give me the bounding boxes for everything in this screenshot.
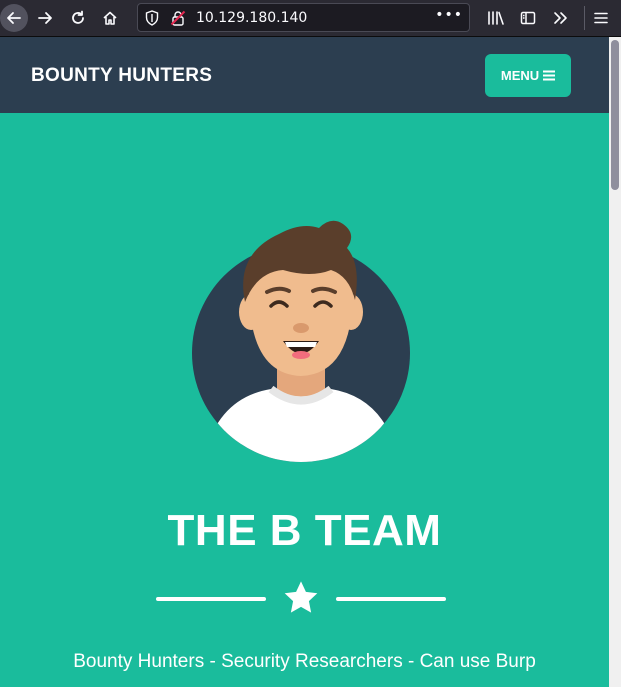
page-scrollbar[interactable] (609, 37, 621, 687)
library-icon (488, 11, 504, 25)
reload-button[interactable] (64, 4, 92, 32)
home-icon (103, 11, 117, 25)
masthead-heading: THE B TEAM (167, 506, 442, 555)
overflow-chevrons-icon (554, 12, 567, 24)
site-navbar: BOUNTY HUNTERS MENU (0, 37, 609, 113)
hamburger-menu-icon (594, 12, 608, 24)
overflow-button[interactable] (546, 4, 574, 32)
page-actions-button[interactable]: ••• (435, 7, 463, 23)
menu-button[interactable]: MENU (485, 54, 571, 97)
sidebar-icon (520, 11, 536, 25)
masthead-subheading: Bounty Hunters - Security Researchers - … (73, 651, 536, 672)
browser-toolbar: 10.129.180.140 ••• (0, 0, 621, 37)
divider-line-left (156, 597, 266, 601)
back-arrow-icon (7, 12, 21, 24)
scrollbar-thumb[interactable] (611, 40, 619, 190)
url-text[interactable]: 10.129.180.140 (196, 10, 307, 26)
shield-icon[interactable] (145, 10, 159, 26)
star-icon (284, 581, 318, 613)
avatar-illustration (192, 220, 410, 462)
insecure-lock-icon[interactable] (170, 10, 186, 26)
toolbar-separator (584, 6, 585, 30)
library-button[interactable] (482, 4, 510, 32)
home-button[interactable] (96, 4, 124, 32)
sidebar-button[interactable] (514, 4, 542, 32)
menu-label: MENU (500, 68, 540, 83)
forward-arrow-icon (38, 12, 52, 24)
reload-icon (72, 10, 84, 24)
divider-line-right (336, 597, 446, 601)
menu-bars-icon (543, 70, 556, 81)
brand-link[interactable]: BOUNTY HUNTERS (31, 65, 212, 87)
back-button[interactable] (0, 4, 28, 32)
app-menu-button[interactable] (587, 4, 615, 32)
forward-button[interactable] (31, 4, 59, 32)
url-bar[interactable]: 10.129.180.140 ••• (137, 3, 470, 32)
